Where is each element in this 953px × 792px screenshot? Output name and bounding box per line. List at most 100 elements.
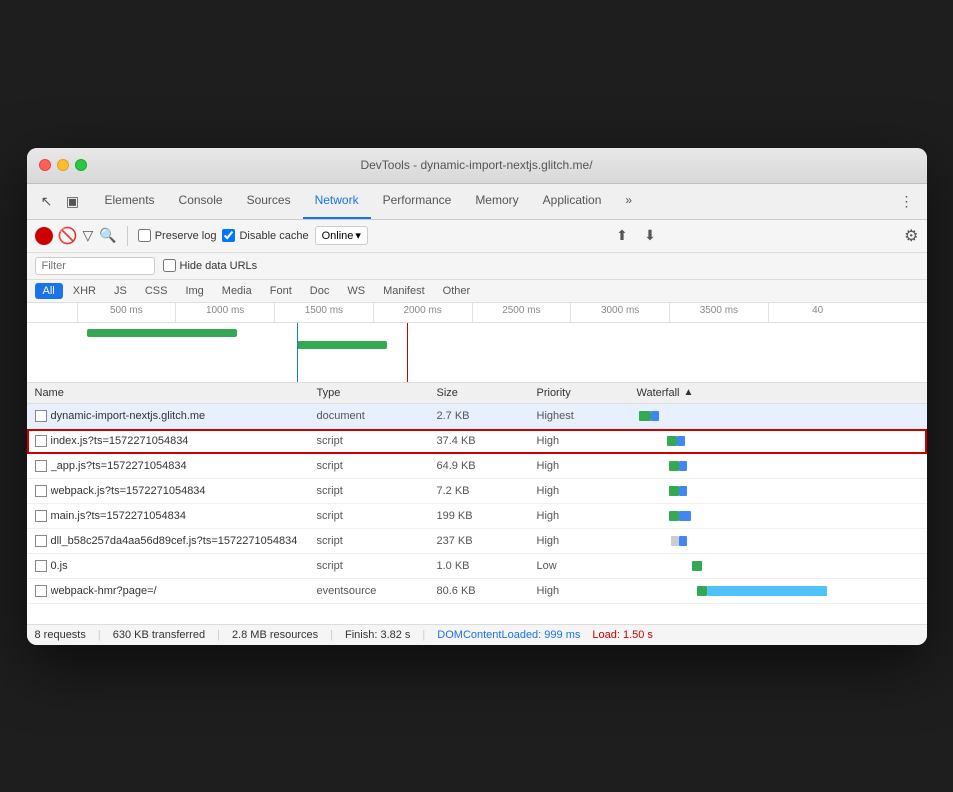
hide-data-urls-label[interactable]: Hide data URLs <box>163 259 258 272</box>
tick-3500: 3500 ms <box>669 303 768 322</box>
record-button[interactable] <box>35 227 53 245</box>
filter-icon[interactable]: ▽ <box>83 227 94 244</box>
load-line <box>407 323 408 383</box>
waterfall-cell <box>637 456 919 476</box>
name-cell: _app.js?ts=1572271054834 <box>35 460 317 472</box>
table-row[interactable]: webpack-hmr?page=/ eventsource 80.6 KB H… <box>27 579 927 604</box>
row-type: script <box>317 460 437 472</box>
requests-count: 8 requests <box>35 629 86 641</box>
row-priority: Low <box>537 560 637 572</box>
dom-content-loaded: DOMContentLoaded: 999 ms <box>437 629 580 641</box>
close-button[interactable] <box>39 159 51 171</box>
table-row[interactable]: main.js?ts=1572271054834 script 199 KB H… <box>27 504 927 529</box>
load-time: Load: 1.50 s <box>592 629 653 641</box>
tab-memory[interactable]: Memory <box>463 183 530 219</box>
type-btn-all[interactable]: All <box>35 283 63 299</box>
row-type: script <box>317 535 437 547</box>
tab-sources[interactable]: Sources <box>235 183 303 219</box>
tick-1000: 1000 ms <box>175 303 274 322</box>
disable-cache-label[interactable]: Disable cache <box>222 229 308 242</box>
cursor-icon[interactable]: ↖ <box>35 189 59 213</box>
row-size: 199 KB <box>437 510 537 522</box>
row-name: 0.js <box>51 560 68 572</box>
type-btn-other[interactable]: Other <box>435 283 479 299</box>
timeline-bars <box>27 323 927 383</box>
wf-lightblue-bar <box>707 586 827 596</box>
tab-application[interactable]: Application <box>531 183 614 219</box>
file-icon <box>35 460 47 472</box>
stop-icon[interactable]: 🚫 <box>59 227 77 245</box>
table-header: Name Type Size Priority Waterfall ▲ <box>27 383 927 404</box>
timeline-bar-2 <box>297 341 387 349</box>
type-btn-media[interactable]: Media <box>214 283 260 299</box>
table-row[interactable]: _app.js?ts=1572271054834 script 64.9 KB … <box>27 454 927 479</box>
type-btn-ws[interactable]: WS <box>339 283 373 299</box>
table-row[interactable]: index.js?ts=1572271054834 script 37.4 KB… <box>27 429 927 454</box>
row-size: 7.2 KB <box>437 485 537 497</box>
resources-size: 2.8 MB resources <box>232 629 318 641</box>
separator <box>127 226 128 246</box>
row-priority: High <box>537 535 637 547</box>
search-icon[interactable]: 🔍 <box>99 227 116 244</box>
tab-network[interactable]: Network <box>303 183 371 219</box>
table-row[interactable]: webpack.js?ts=1572271054834 script 7.2 K… <box>27 479 927 504</box>
type-btn-doc[interactable]: Doc <box>302 283 338 299</box>
type-btn-js[interactable]: JS <box>106 283 135 299</box>
preserve-log-label[interactable]: Preserve log <box>138 229 217 242</box>
col-priority[interactable]: Priority <box>537 387 637 399</box>
gear-icon[interactable]: ⚙ <box>904 226 918 246</box>
file-icon <box>35 585 47 597</box>
wf-blue-bar <box>679 536 687 546</box>
preserve-log-checkbox[interactable] <box>138 229 151 242</box>
wf-blue-bar <box>679 461 687 471</box>
online-select[interactable]: Online ▾ <box>315 226 368 245</box>
dom-content-loaded-line <box>297 323 298 383</box>
tab-console[interactable]: Console <box>167 183 235 219</box>
col-name[interactable]: Name <box>35 387 317 399</box>
row-size: 1.0 KB <box>437 560 537 572</box>
name-cell: webpack.js?ts=1572271054834 <box>35 485 317 497</box>
download-icon[interactable]: ⬇ <box>638 224 662 248</box>
type-btn-css[interactable]: CSS <box>137 283 176 299</box>
table-row[interactable]: dll_b58c257da4aa56d89cef.js?ts=157227105… <box>27 529 927 554</box>
type-btn-font[interactable]: Font <box>262 283 300 299</box>
table-row[interactable]: 0.js script 1.0 KB Low <box>27 554 927 579</box>
filter-input[interactable] <box>35 257 155 275</box>
tab-performance[interactable]: Performance <box>371 183 464 219</box>
col-size[interactable]: Size <box>437 387 537 399</box>
wf-gray-bar <box>671 536 679 546</box>
import-export: ⬆ ⬇ <box>610 224 662 248</box>
row-name: dll_b58c257da4aa56d89cef.js?ts=157227105… <box>51 535 298 547</box>
tick-500: 500 ms <box>77 303 176 322</box>
row-type: eventsource <box>317 585 437 597</box>
file-icon <box>35 485 47 497</box>
wf-blue-bar <box>679 486 687 496</box>
more-options-icon[interactable]: ⋮ <box>895 189 919 213</box>
upload-icon[interactable]: ⬆ <box>610 224 634 248</box>
maximize-button[interactable] <box>75 159 87 171</box>
tick-3000: 3000 ms <box>570 303 669 322</box>
row-size: 80.6 KB <box>437 585 537 597</box>
col-waterfall[interactable]: Waterfall ▲ <box>637 387 919 399</box>
table-row[interactable]: dynamic-import-nextjs.glitch.me document… <box>27 404 927 429</box>
row-size: 37.4 KB <box>437 435 537 447</box>
waterfall-cell <box>637 431 919 451</box>
type-btn-xhr[interactable]: XHR <box>65 283 104 299</box>
minimize-button[interactable] <box>57 159 69 171</box>
type-btn-img[interactable]: Img <box>177 283 211 299</box>
type-btn-manifest[interactable]: Manifest <box>375 283 433 299</box>
tab-more[interactable]: » <box>613 183 644 219</box>
hide-data-urls-checkbox[interactable] <box>163 259 176 272</box>
waterfall-cell <box>637 556 919 576</box>
row-size: 237 KB <box>437 535 537 547</box>
device-icon[interactable]: ▣ <box>61 189 85 213</box>
file-icon <box>35 410 47 422</box>
transferred-size: 630 KB transferred <box>113 629 205 641</box>
row-priority: High <box>537 435 637 447</box>
wf-green-bar <box>667 436 677 446</box>
disable-cache-checkbox[interactable] <box>222 229 235 242</box>
titlebar: DevTools - dynamic-import-nextjs.glitch.… <box>27 148 927 184</box>
col-type[interactable]: Type <box>317 387 437 399</box>
waterfall-cell <box>637 406 919 426</box>
tab-elements[interactable]: Elements <box>93 183 167 219</box>
